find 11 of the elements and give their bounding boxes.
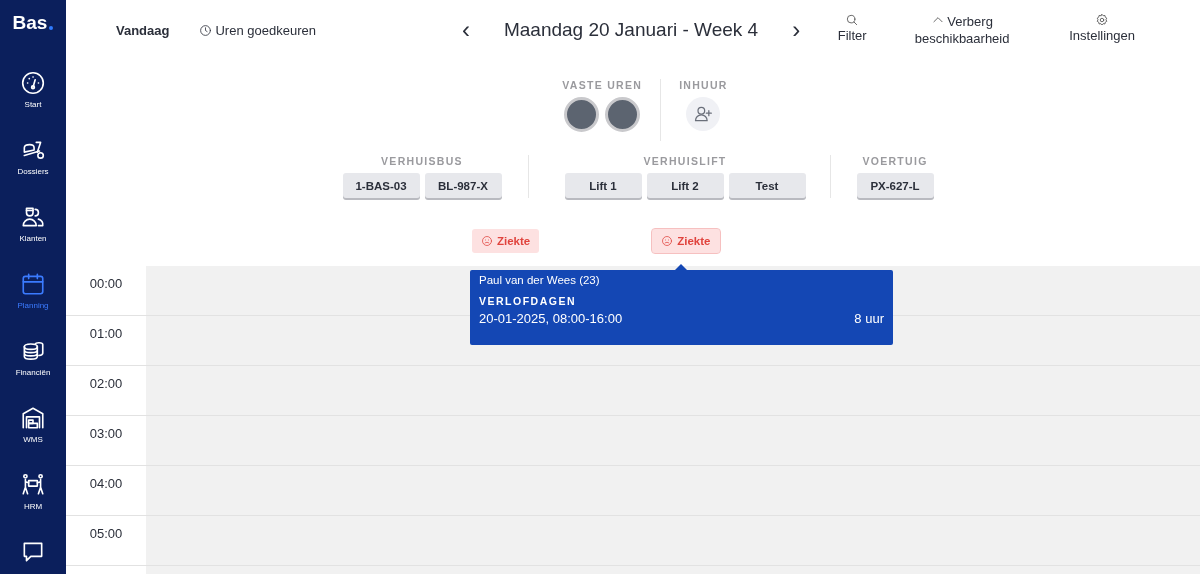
group-heading: VERHUISBUS	[381, 155, 463, 167]
group-heading: VERHUISLIFT	[643, 155, 727, 167]
group-heading: VOERTUIG	[862, 155, 928, 167]
leave-category: VERLOFDAGEN	[479, 295, 577, 307]
logo: Bas	[12, 12, 48, 34]
date-title: Maandag 20 Januari - Week 4	[503, 19, 759, 41]
group-heading: VASTE UREN	[562, 79, 643, 91]
group-heading: INHUUR	[679, 79, 728, 91]
employee-name: Paul van der Wees (23)	[479, 274, 601, 286]
leave-duration: 8 uur	[854, 311, 884, 326]
leave-period: 20-01-2025, 08:00-16:00	[479, 311, 623, 326]
